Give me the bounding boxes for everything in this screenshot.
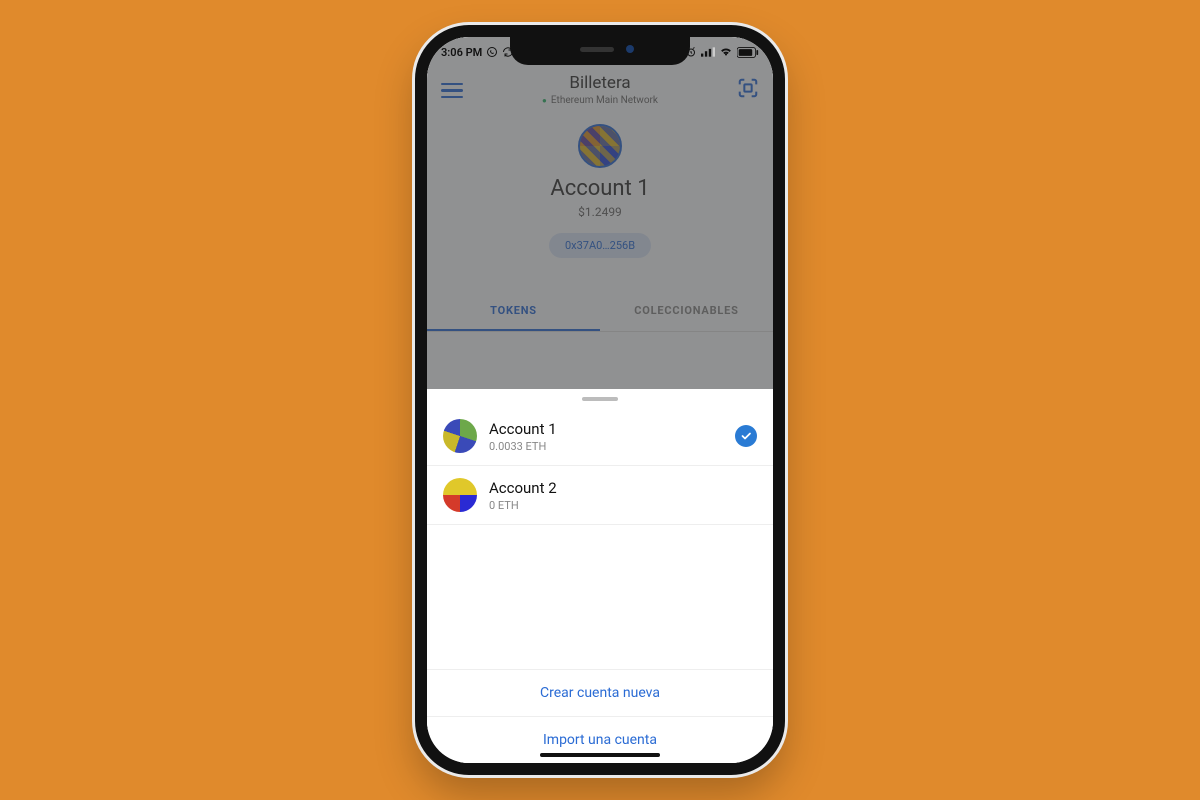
- selected-check-icon: [735, 425, 757, 447]
- home-indicator[interactable]: [540, 753, 660, 757]
- phone-frame: 3:06 PM Billetera Ethere: [415, 25, 785, 775]
- status-time: 3:06 PM: [441, 46, 482, 59]
- account-row-balance: 0.0033 ETH: [489, 440, 723, 453]
- modal-backdrop[interactable]: [427, 37, 773, 389]
- notch: [510, 37, 690, 65]
- screen: 3:06 PM Billetera Ethere: [427, 37, 773, 763]
- battery-icon: [737, 47, 759, 58]
- account-row[interactable]: Account 1 0.0033 ETH: [427, 407, 773, 466]
- account-switcher-sheet: Account 1 0.0033 ETH Account 2 0 ETH Cre…: [427, 389, 773, 763]
- account-row-name: Account 1: [489, 420, 723, 438]
- account-row-balance: 0 ETH: [489, 499, 757, 512]
- create-account-button[interactable]: Crear cuenta nueva: [427, 669, 773, 716]
- whatsapp-icon: [486, 46, 498, 58]
- wallet-main-dimmed: 3:06 PM Billetera Ethere: [427, 37, 773, 389]
- account-avatar-icon: [443, 478, 477, 512]
- signal-icon: [701, 47, 715, 57]
- account-row[interactable]: Account 2 0 ETH: [427, 466, 773, 525]
- wifi-icon: [719, 47, 733, 57]
- account-avatar-icon: [443, 419, 477, 453]
- sheet-drag-handle[interactable]: [582, 397, 618, 401]
- account-row-name: Account 2: [489, 479, 757, 497]
